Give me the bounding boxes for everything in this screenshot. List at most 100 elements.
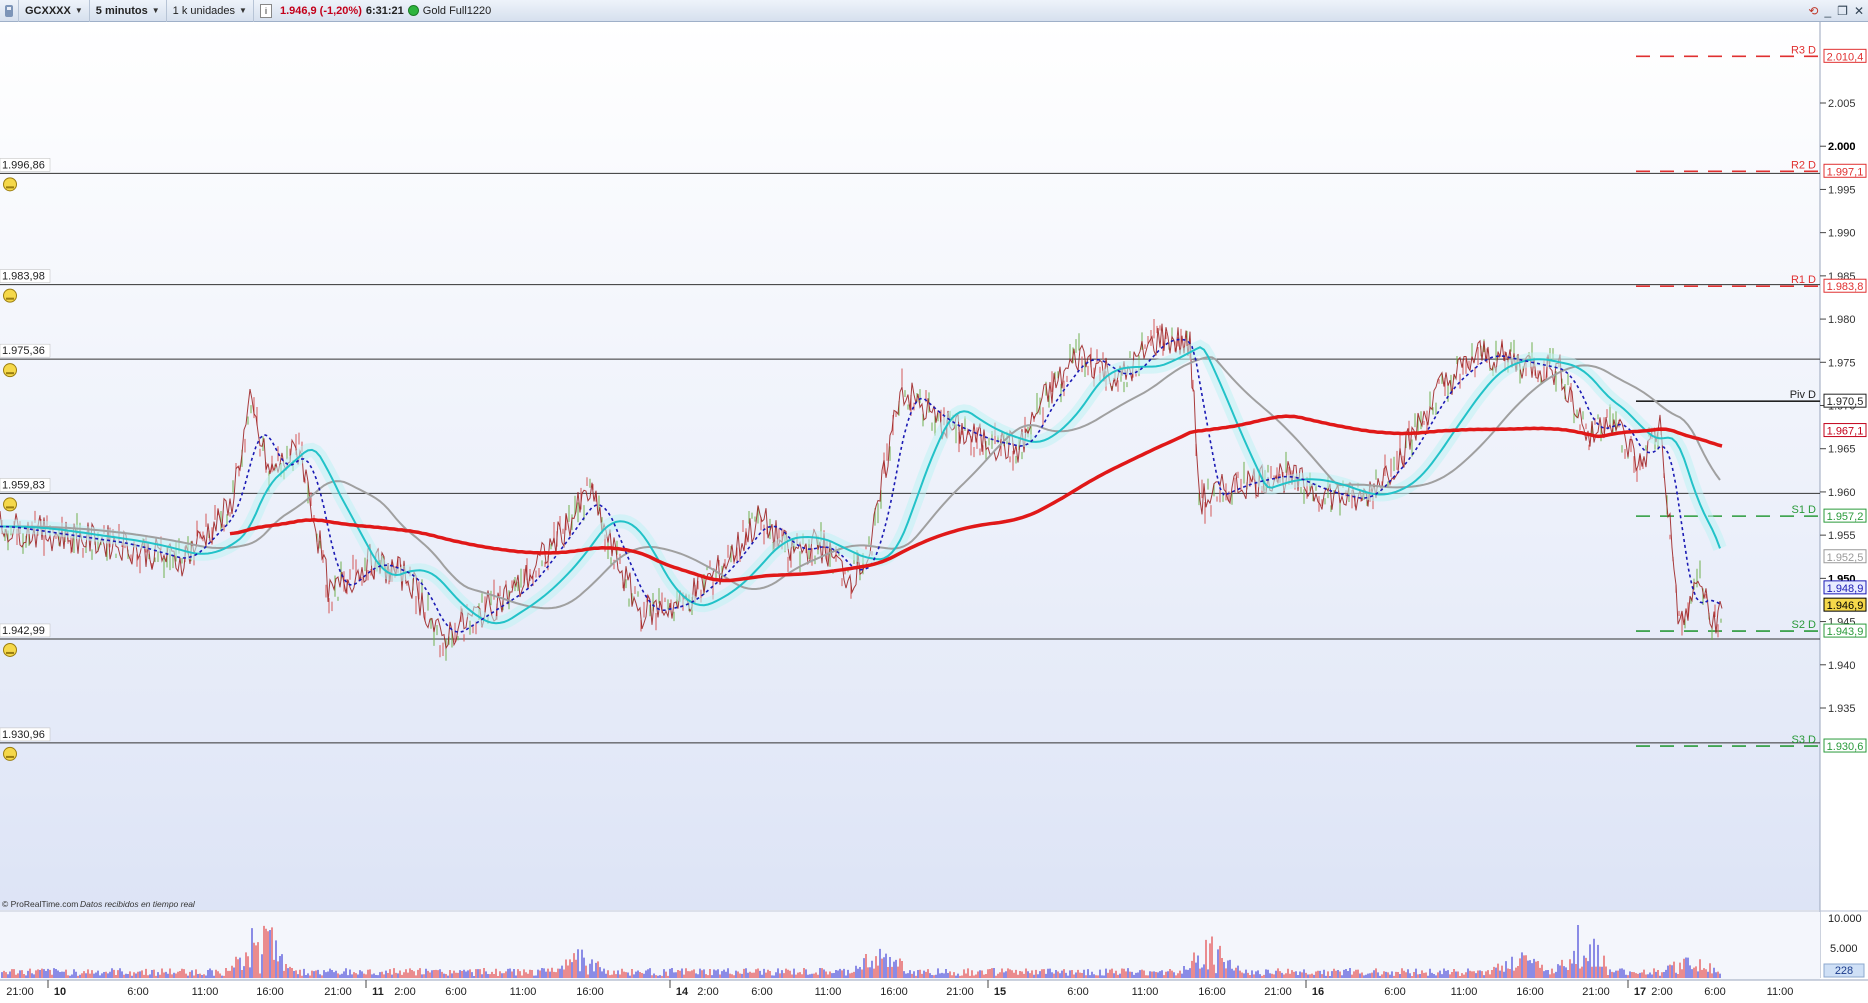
price-tick-label: 2.005 bbox=[1828, 98, 1856, 110]
pivot-value: 1.943,9 bbox=[1827, 626, 1864, 638]
alert-bell-icon[interactable] bbox=[3, 497, 17, 512]
price-tick-label: 1.960 bbox=[1828, 487, 1856, 499]
pivot-label: S3 D bbox=[1792, 734, 1817, 746]
alert-level-label: 1.942,99 bbox=[2, 625, 45, 637]
volume-panel-background bbox=[0, 912, 1820, 980]
time-axis-label: 11:00 bbox=[510, 986, 537, 998]
axis-value-label: 1.967,1 bbox=[1827, 426, 1864, 438]
time-axis-label: 6:00 bbox=[751, 986, 772, 998]
bell-base bbox=[6, 372, 14, 375]
price-tick-label: 1.940 bbox=[1828, 660, 1856, 672]
bell-base bbox=[6, 651, 14, 654]
instrument-selector[interactable]: GCXXXX ▼ bbox=[19, 0, 90, 22]
axis-value-label: 1.952,5 bbox=[1827, 552, 1864, 564]
pivot-value: 2.010,4 bbox=[1827, 51, 1864, 63]
refresh-icon[interactable]: ⟲ bbox=[1808, 4, 1818, 18]
bell-base bbox=[6, 297, 14, 300]
price-tick-label: 1.980 bbox=[1828, 314, 1856, 326]
minimize-icon[interactable]: _ bbox=[1824, 4, 1831, 18]
price-change: (-1,20%) bbox=[319, 4, 362, 17]
price-tick-label: 1.975 bbox=[1828, 357, 1856, 369]
info-icon[interactable]: i bbox=[259, 3, 272, 18]
time-axis-label: 16 bbox=[1312, 986, 1324, 998]
time-axis-label: 14 bbox=[676, 986, 689, 998]
time-axis-label: 21:00 bbox=[1582, 986, 1610, 998]
app-menu-icon[interactable] bbox=[0, 0, 19, 22]
time-axis-label: 2:00 bbox=[697, 986, 718, 998]
time-axis-label: 11:00 bbox=[815, 986, 842, 998]
price-tick-label: 1.935 bbox=[1828, 703, 1856, 715]
bell-shape bbox=[3, 642, 17, 657]
pivot-value: 1.983,8 bbox=[1827, 281, 1864, 293]
time-axis-label: 11:00 bbox=[1767, 986, 1794, 998]
time-axis-label: 16:00 bbox=[1516, 986, 1544, 998]
axis-value-label: 1.948,9 bbox=[1827, 583, 1864, 595]
price-tick-label: 1.965 bbox=[1828, 444, 1856, 456]
volume-last-value: 228 bbox=[1835, 965, 1853, 977]
price-chart[interactable]: 1.996,86 1.983,98 1.975,36 1.959,83 1.942,99… bbox=[0, 22, 1868, 1000]
alert-bell-icon[interactable] bbox=[3, 642, 17, 657]
alert-bell-icon[interactable] bbox=[3, 363, 17, 378]
bell-base bbox=[6, 506, 14, 509]
realtime-note: Datos recibidos en tiempo real bbox=[80, 899, 196, 909]
time-axis-label: 6:00 bbox=[445, 986, 466, 998]
timeframe-selector[interactable]: 5 minutos ▼ bbox=[90, 0, 167, 22]
time-axis-label: 21:00 bbox=[946, 986, 974, 998]
feed-label: Gold Full1220 bbox=[422, 4, 492, 17]
chevron-down-icon: ▼ bbox=[74, 6, 83, 15]
pivot-value: 1.957,2 bbox=[1827, 511, 1864, 523]
pivot-value: 1.970,5 bbox=[1827, 396, 1864, 408]
alert-level-label: 1.983,98 bbox=[2, 271, 45, 283]
price-tick-label: 1.990 bbox=[1828, 228, 1856, 240]
bell-base bbox=[6, 755, 14, 758]
pivot-label: S2 D bbox=[1792, 619, 1817, 631]
alert-bell-icon[interactable] bbox=[3, 746, 17, 761]
price-tick-label-major: 2.000 bbox=[1828, 141, 1856, 153]
time-axis-label: 11 bbox=[372, 986, 384, 998]
pivot-value: 1.997,1 bbox=[1827, 166, 1864, 178]
price-tick-label: 1.955 bbox=[1828, 530, 1856, 542]
pivot-label: Piv D bbox=[1790, 389, 1816, 401]
close-icon[interactable]: ✕ bbox=[1854, 4, 1864, 18]
bell-shape bbox=[3, 497, 17, 512]
time-axis-label: 11:00 bbox=[1451, 986, 1478, 998]
time-axis-label: 2:00 bbox=[1651, 986, 1672, 998]
bell-shape bbox=[3, 177, 17, 192]
restore-icon[interactable]: ❐ bbox=[1837, 4, 1848, 18]
time-axis-label: 21:00 bbox=[6, 986, 34, 998]
time-axis-label: 6:00 bbox=[1384, 986, 1405, 998]
alert-level-label: 1.930,96 bbox=[2, 729, 45, 741]
units-selector[interactable]: 1 k unidades ▼ bbox=[167, 0, 254, 22]
time-axis-label: 10 bbox=[54, 986, 66, 998]
time-axis-label: 16:00 bbox=[256, 986, 284, 998]
bell-shape bbox=[3, 288, 17, 303]
alert-level-label: 1.975,36 bbox=[2, 345, 45, 357]
time-axis-label: 6:00 bbox=[1704, 986, 1725, 998]
axis-value-label: 1.946,9 bbox=[1827, 600, 1864, 612]
chevron-down-icon: ▼ bbox=[239, 6, 247, 15]
copyright-text: © ProRealTime.com bbox=[2, 899, 78, 909]
bell-shape bbox=[3, 363, 17, 378]
bell-shape bbox=[3, 746, 17, 761]
quote-info: i 1.946,9 (-1,20%) 6:31:21 Gold Full1220 bbox=[254, 0, 497, 22]
pivot-label: S1 D bbox=[1792, 504, 1817, 516]
alert-bell-icon[interactable] bbox=[3, 177, 17, 192]
price-axis-background bbox=[1820, 22, 1868, 910]
price-tick-label: 1.995 bbox=[1828, 184, 1856, 196]
chart-area[interactable]: 1.996,86 1.983,98 1.975,36 1.959,83 1.942,99… bbox=[0, 22, 1868, 1000]
time-axis-label: 6:00 bbox=[1067, 986, 1088, 998]
time-axis-label: 16:00 bbox=[576, 986, 604, 998]
time-axis-label: 16:00 bbox=[880, 986, 908, 998]
pivot-label: R1 D bbox=[1791, 274, 1816, 286]
alert-bell-icon[interactable] bbox=[3, 288, 17, 303]
connection-status-icon bbox=[407, 5, 419, 16]
volume-tick: 5.000 bbox=[1830, 943, 1858, 955]
time-axis-label: 21:00 bbox=[1264, 986, 1292, 998]
chart-toolbar: GCXXXX ▼ 5 minutos ▼ 1 k unidades ▼ i 1.… bbox=[0, 0, 1868, 22]
alert-level-label: 1.959,83 bbox=[2, 479, 45, 491]
time-axis-label: 2:00 bbox=[394, 986, 415, 998]
time-axis-label: 15 bbox=[994, 986, 1006, 998]
timeframe-label: 5 minutos bbox=[95, 4, 148, 17]
time-axis-label: 11:00 bbox=[1132, 986, 1159, 998]
pivot-value: 1.930,6 bbox=[1827, 741, 1864, 753]
